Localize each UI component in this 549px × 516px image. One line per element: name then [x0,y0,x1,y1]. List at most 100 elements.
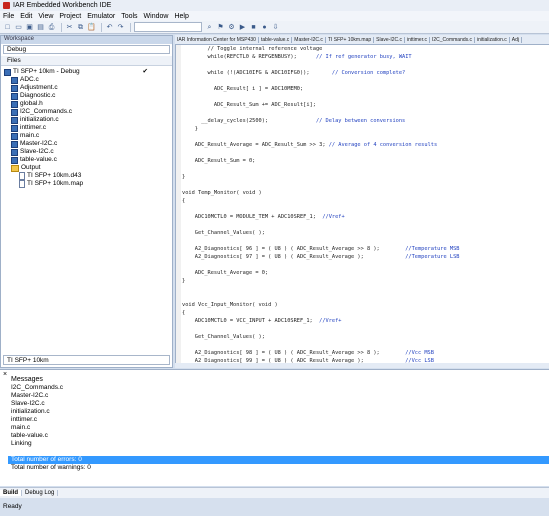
new-file-icon[interactable]: □ [3,23,12,32]
code-text: ADC10MCTL0 = MODULE_TEM + ADC10SREF_1; [182,214,316,220]
editor-tab[interactable]: table-value.c [259,36,293,43]
stop-build-icon[interactable]: ■ [249,23,258,32]
output-tab-debug-log[interactable]: Debug Log [22,490,59,496]
undo-icon[interactable]: ↶ [105,23,114,32]
menu-item-help[interactable]: Help [174,13,188,20]
editor-scrollbar[interactable] [175,363,549,368]
tree-item[interactable]: table-value.c [1,156,172,164]
code-comment: // Average of 4 conversion results [325,142,438,148]
editor-tab[interactable]: initialization.c [475,36,510,43]
configuration-select[interactable]: Debug [3,45,170,54]
code-editor[interactable]: // Toggle internal reference voltage whi… [175,45,549,363]
file-icon [11,100,18,108]
menu-item-file[interactable]: File [3,13,14,20]
find-icon[interactable]: ⌕ [205,23,214,32]
tree-item[interactable]: TI SFP+ 10km - Debug ✔ [1,68,172,76]
save-icon[interactable]: ▣ [25,23,34,32]
editor-tab[interactable]: TI SFP+ 10km.map [326,36,375,43]
message-row[interactable]: table-value.c [8,432,549,440]
tree-item[interactable]: TI SFP+ 10km.d43 [1,172,172,180]
code-line: __delay_cycles(2500); // Delay between c… [182,117,548,125]
tree-item[interactable]: main.c [1,132,172,140]
tree-item-label: Slave-I2C.c [20,148,54,155]
compile-icon[interactable]: ⚙ [227,23,236,32]
code-line: void Temp_Monitor( void ) [182,189,548,197]
editor-tab[interactable]: Adj [510,36,522,43]
message-row[interactable]: Master-I2C.c [8,392,549,400]
window-title: IAR Embedded Workbench IDE [13,2,112,9]
close-icon[interactable]: × [3,371,7,378]
menu-bar: File Edit View Project Emulator Tools Window He… [0,11,549,21]
editor-tab[interactable]: inttimer.c [405,36,430,43]
message-row[interactable]: I2C_Commands.c [8,384,549,392]
message-row[interactable]: inttimer.c [8,416,549,424]
code-text: ADC_Result_Sum = 0; [182,158,256,164]
messages-panel: × Messages I2C_Commands.c Master-I2C.c Sla… [0,369,549,486]
tree-item[interactable]: Output [1,164,172,172]
file-icon [11,108,18,116]
message-row[interactable]: Linking [8,440,549,448]
tree-item[interactable]: Master-I2C.c [1,140,172,148]
tree-item[interactable]: global.h [1,100,172,108]
paste-icon[interactable]: 📋 [87,23,96,32]
tree-item[interactable]: initialization.c [1,116,172,124]
code-text: A2_Diagnostics[ 98 ] = ( U8 ) ( ADC_Resu… [182,350,380,356]
workspace-tab[interactable]: TI SFP+ 10km [3,355,170,365]
editor-tab[interactable]: IAR Information Center for MSP430 [175,36,259,43]
copy-icon[interactable]: ⧉ [76,23,85,32]
tree-item[interactable]: Adjustment.c [1,84,172,92]
editor-tab[interactable]: Master-I2C.c [292,36,326,43]
message-row[interactable] [8,448,549,456]
output-tabs: Build Debug Log [0,487,549,498]
file-icon [19,180,25,188]
workspace-title: Workspace [1,36,172,44]
toolbar-search-input[interactable] [134,22,202,32]
print-icon[interactable]: ⎙ [47,23,56,32]
code-line: } [182,173,548,181]
output-tab-build[interactable]: Build [0,490,22,496]
debug-icon[interactable]: ● [260,23,269,32]
file-tree: TI SFP+ 10km - Debug ✔ ADC.c Adjustment.c Di… [1,68,172,188]
menu-item-emulator[interactable]: Emulator [87,13,115,20]
tree-item[interactable]: inttimer.c [1,124,172,132]
code-line: ADC_Result_Average = 0; [182,269,548,277]
tree-item[interactable]: TI SFP+ 10km.map [1,180,172,188]
message-row[interactable]: main.c [8,424,549,432]
messages-header[interactable]: Messages [8,376,549,384]
tree-item[interactable]: Diagnostic.c [1,92,172,100]
code-text: __delay_cycles(2500); [182,118,269,124]
bookmark-icon[interactable]: ⚑ [216,23,225,32]
download-icon[interactable]: ⇩ [271,23,280,32]
open-icon[interactable]: ▭ [14,23,23,32]
message-row[interactable]: Total number of warnings: 0 [8,464,549,472]
menu-item-tools[interactable]: Tools [121,13,137,20]
message-row[interactable]: initialization.c [8,408,549,416]
menu-item-window[interactable]: Window [144,13,169,20]
make-icon[interactable]: ▶ [238,23,247,32]
editor-tab[interactable]: Slave-I2C.c [374,36,405,43]
message-row[interactable]: Total number of errors: 0 [8,456,549,464]
files-column-header[interactable]: Files [1,56,172,66]
save-all-icon[interactable]: ▤ [36,23,45,32]
redo-icon[interactable]: ↷ [116,23,125,32]
tree-item[interactable]: I2C_Commands.c [1,108,172,116]
menu-item-edit[interactable]: Edit [20,13,32,20]
menu-item-view[interactable]: View [38,13,53,20]
cut-icon[interactable]: ✂ [65,23,74,32]
code-comment: //Vref+ [315,214,345,220]
tree-item-label: Adjustment.c [20,84,58,91]
tree-item-label: I2C_Commands.c [20,108,73,115]
tree-item[interactable]: ADC.c [1,76,172,84]
editor-tab[interactable]: I2C_Commands.c [430,36,476,43]
menu-item-project[interactable]: Project [59,13,81,20]
file-icon [11,148,18,156]
message-row[interactable]: Slave-I2C.c [8,400,549,408]
tree-item[interactable]: Slave-I2C.c [1,148,172,156]
